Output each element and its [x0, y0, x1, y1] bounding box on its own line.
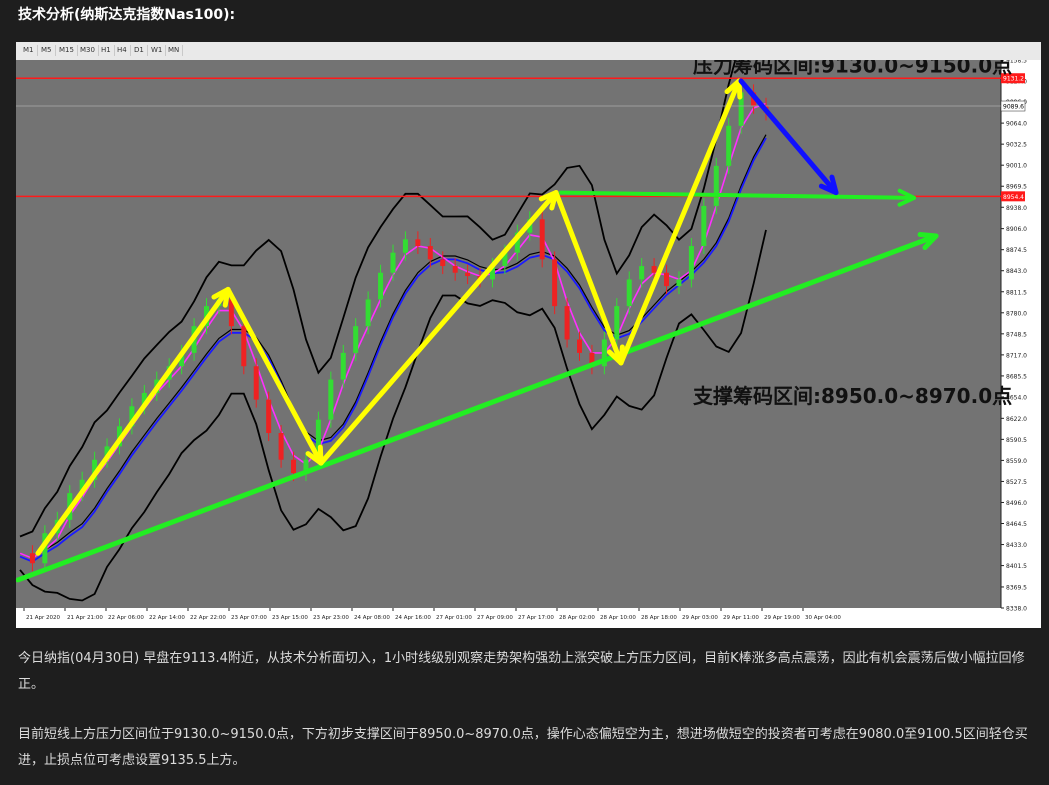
x-tick-label: 28 Apr 02:00: [559, 615, 595, 621]
candle-body: [440, 259, 446, 267]
tf-d1[interactable]: D1: [131, 45, 148, 56]
analysis-paragraph-1: 今日纳指(04月30日) 早盘在9113.4附近，从技术分析面切入，1小时线级别…: [18, 651, 1025, 692]
y-tick-label: 8369.5: [1006, 584, 1027, 591]
x-tick-label: 21 Apr 21:00: [67, 615, 103, 621]
chart-panel: M1 M5 M15 M30 H1 H4 D1 W1 MN 9158.59127.…: [16, 42, 1041, 628]
y-tick-label: 8874.5: [1006, 247, 1027, 254]
timeframe-toolbar: M1 M5 M15 M30 H1 H4 D1 W1 MN: [16, 42, 1041, 61]
current-price-label: 9089.6: [1003, 104, 1024, 111]
y-tick-label: 8748.5: [1006, 331, 1027, 338]
candle-body: [577, 339, 582, 353]
candle-body: [365, 299, 371, 327]
candle-body: [328, 379, 334, 420]
y-tick-label: 8464.5: [1006, 521, 1027, 528]
y-tick-label: 8717.0: [1006, 352, 1027, 359]
candle-body: [340, 352, 346, 380]
candle-body: [465, 272, 471, 277]
candle-body: [688, 246, 694, 280]
candle-body: [726, 125, 732, 166]
x-tick-label: 27 Apr 01:00: [436, 615, 472, 621]
tf-m1[interactable]: M1: [20, 45, 38, 56]
candle-body: [390, 252, 396, 273]
tf-m15[interactable]: M15: [56, 45, 78, 56]
candle-body: [452, 266, 458, 273]
y-tick-label: 8622.0: [1006, 416, 1027, 423]
x-tick-label: 23 Apr 07:00: [231, 615, 267, 621]
y-tick-label: 8780.0: [1006, 310, 1027, 317]
candle-body: [266, 399, 272, 434]
tf-m5[interactable]: M5: [38, 45, 56, 56]
y-tick-label: 8338.0: [1006, 606, 1027, 613]
candle-body: [713, 165, 719, 206]
y-tick-label: 9032.5: [1006, 142, 1027, 149]
resistance-zone-label: 压力筹码区间:9130.0~9150.0点: [693, 60, 1012, 77]
y-tick-label: 8811.5: [1006, 289, 1027, 296]
x-tick-label: 21 Apr 2020: [26, 615, 61, 621]
candle-body: [564, 306, 570, 340]
candle-body: [552, 259, 558, 307]
x-tick-label: 22 Apr 06:00: [108, 615, 144, 621]
y-tick-label: 8685.5: [1006, 373, 1027, 380]
candle-body: [676, 279, 682, 287]
y-tick-label: 8843.0: [1006, 268, 1027, 275]
x-tick-label: 22 Apr 22:00: [190, 615, 226, 621]
tf-mn[interactable]: MN: [165, 45, 184, 56]
x-tick-label: 27 Apr 09:00: [477, 615, 513, 621]
x-tick-label: 23 Apr 23:00: [313, 615, 349, 621]
candle-body: [415, 239, 421, 247]
y-tick-label: 8496.0: [1006, 500, 1027, 507]
tf-h4[interactable]: H4: [114, 45, 131, 56]
candle-body: [353, 326, 359, 353]
tf-w1[interactable]: W1: [148, 45, 167, 56]
x-tick-label: 22 Apr 14:00: [149, 615, 185, 621]
candle-body: [651, 266, 657, 273]
candle-body: [378, 272, 384, 300]
candle-body: [241, 326, 247, 367]
x-tick-label: 29 Apr 03:00: [682, 615, 718, 621]
price-chart: 9158.59127.09096.09064.09032.59001.08969…: [16, 60, 1041, 628]
candle-body: [291, 459, 297, 474]
x-tick-label: 28 Apr 18:00: [641, 615, 677, 621]
tf-h1[interactable]: H1: [98, 45, 115, 56]
candle-body: [402, 239, 408, 253]
candle-body: [639, 266, 645, 280]
x-tick-label: 24 Apr 08:00: [354, 615, 390, 621]
page-heading: 技术分析(纳斯达克指数Nas100):: [18, 7, 236, 23]
y-tick-label: 8401.5: [1006, 563, 1027, 570]
x-tick-label: 29 Apr 11:00: [723, 615, 759, 621]
y-tick-label: 8938.0: [1006, 205, 1027, 212]
candle-body: [29, 553, 35, 564]
x-tick-label: 28 Apr 10:00: [600, 615, 636, 621]
x-tick-label: 23 Apr 15:00: [272, 615, 308, 621]
candle-body: [539, 219, 545, 260]
y-tick-label: 8433.0: [1006, 542, 1027, 549]
y-tick-label: 8906.0: [1006, 226, 1027, 233]
candle-body: [664, 272, 670, 287]
y-tick-label: 8527.5: [1006, 479, 1027, 486]
tf-m30[interactable]: M30: [77, 45, 99, 56]
x-tick-label: 27 Apr 17:00: [518, 615, 554, 621]
support-zone-label: 支撑筹码区间:8950.0~8970.0点: [693, 384, 1012, 408]
x-tick-label: 24 Apr 16:00: [395, 615, 431, 621]
price-tag-label: 8954.4: [1003, 194, 1024, 201]
candle-body: [427, 246, 433, 260]
x-tick-label: 29 Apr 19:00: [764, 615, 800, 621]
candle-body: [614, 306, 620, 340]
candle-body: [253, 366, 259, 400]
y-tick-label: 9064.0: [1006, 121, 1027, 128]
analysis-paragraph-2: 目前短线上方压力区间位于9130.0~9150.0点，下方初步支撑区间于8950…: [18, 727, 1028, 768]
y-tick-label: 9001.0: [1006, 163, 1027, 170]
y-tick-label: 8969.5: [1006, 184, 1027, 191]
candle-body: [701, 205, 707, 247]
candle-body: [278, 433, 284, 460]
y-tick-label: 8559.0: [1006, 458, 1027, 465]
candle-body: [626, 279, 632, 307]
x-tick-label: 30 Apr 04:00: [805, 615, 841, 621]
y-tick-label: 8590.5: [1006, 437, 1027, 444]
